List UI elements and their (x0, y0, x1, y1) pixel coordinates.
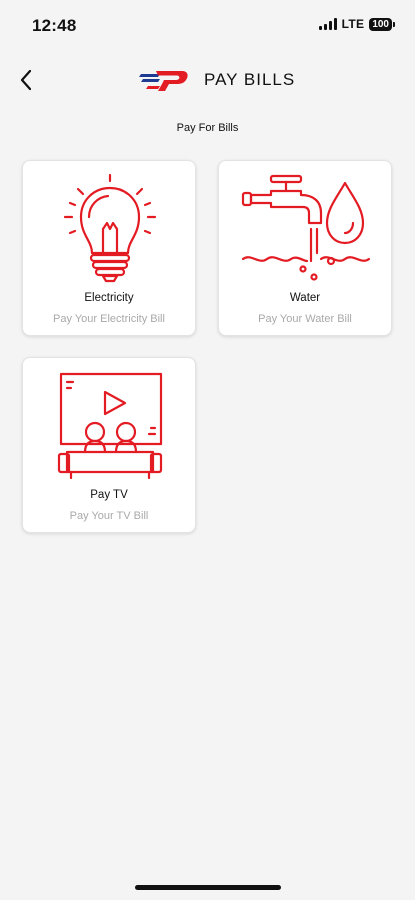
network-label: LTE (341, 17, 365, 31)
card-title: Water (289, 292, 321, 304)
home-indicator[interactable] (135, 885, 281, 890)
signal-icon (318, 18, 337, 30)
brand: PAY BILLS (138, 66, 295, 94)
water-tap-icon (241, 174, 371, 281)
tv-viewers-icon (57, 372, 163, 480)
light-bulb-icon (63, 173, 157, 283)
card-subtitle: Pay Your Electricity Bill (53, 313, 165, 325)
battery-level: 100 (369, 17, 392, 31)
chevron-left-icon (20, 69, 32, 91)
battery-icon: 100 (369, 17, 395, 31)
bill-card-pay-tv[interactable]: Pay TV Pay Your TV Bill (22, 357, 196, 533)
header: PAY BILLS (0, 58, 415, 102)
status-bar: 12:48 LTE 100 (0, 0, 415, 52)
status-indicators: LTE 100 (318, 17, 395, 31)
status-time: 12:48 (32, 16, 77, 35)
bill-card-electricity[interactable]: Electricity Pay Your Electricity Bill (22, 160, 196, 336)
card-title: Electricity (84, 292, 134, 304)
back-button[interactable] (12, 66, 40, 94)
brand-logo-icon (139, 71, 188, 91)
card-subtitle: Pay Your Water Bill (258, 313, 352, 325)
page-title: PAY BILLS (204, 70, 296, 89)
card-subtitle: Pay Your TV Bill (69, 510, 149, 522)
bill-card-water[interactable]: Water Pay Your Water Bill (218, 160, 392, 336)
section-title: Pay For Bills (176, 122, 239, 134)
card-title: Pay TV (90, 489, 128, 501)
